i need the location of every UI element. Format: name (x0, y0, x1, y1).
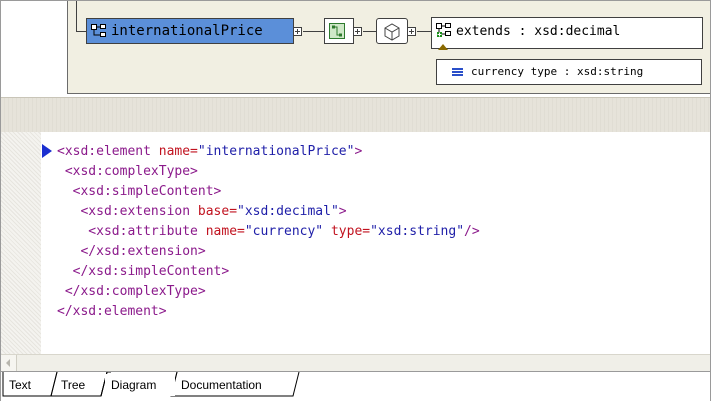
sequence-icon (329, 23, 345, 39)
splitter-grip (1, 98, 710, 132)
sequence-compositor-node[interactable] (324, 18, 354, 44)
element-node[interactable]: internationalPrice (86, 18, 294, 44)
expand-toggle-icon[interactable] (353, 27, 362, 36)
code-line: </xsd:simpleContent> (57, 262, 480, 282)
code-token: name= (158, 144, 198, 159)
code-line: <xsd:complexType> (57, 162, 480, 182)
tab-documentation[interactable]: Documentation (175, 374, 297, 396)
code-token: "currency" (244, 224, 324, 239)
extension-icon (436, 23, 451, 37)
code-line: <xsd:simpleContent> (57, 182, 480, 202)
code-token: "xsd:string" (370, 224, 465, 239)
tree-connector (76, 31, 86, 32)
tree-connector (76, 1, 77, 31)
expand-toggle-icon[interactable] (407, 27, 416, 36)
horizontal-scrollbar[interactable] (1, 354, 710, 371)
pane-splitter[interactable] (1, 97, 710, 133)
attribute-icon (452, 68, 463, 76)
schema-editor-window: internationalPrice extends: xsd:decimal… (0, 0, 711, 401)
extension-node[interactable]: extends : xsd:decimal (431, 17, 703, 50)
code-token: </xsd:element> (57, 304, 167, 319)
element-icon (91, 24, 106, 37)
code-token: </xsd:complexType> (57, 284, 206, 299)
attribute-node[interactable]: currency type : xsd:string (436, 59, 702, 85)
code-line: </xsd:element> (57, 302, 480, 322)
extension-label: extends : xsd:decimal (456, 24, 621, 39)
view-tab-strip: Text Tree Diagram Documentation (1, 371, 710, 401)
tab-text[interactable]: Text (3, 374, 55, 396)
code-text[interactable]: <xsd:element name="internationalPrice"> … (57, 142, 480, 322)
code-token: /> (464, 224, 480, 239)
code-token: type= (330, 224, 371, 239)
tab-tree[interactable]: Tree (55, 374, 105, 396)
connector-line (363, 31, 376, 32)
code-line: <xsd:element name="internationalPrice"> (57, 142, 480, 162)
code-token: > (338, 204, 347, 219)
tab-diagram[interactable]: Diagram (105, 374, 175, 396)
element-name: internationalPrice (111, 23, 263, 39)
code-token: </xsd:simpleContent> (57, 264, 230, 279)
connector-line (417, 31, 431, 32)
line-gutter (1, 132, 41, 354)
code-line: </xsd:extension> (57, 242, 480, 262)
code-token: "xsd:decimal" (237, 204, 339, 219)
base-type-arrow-icon (438, 44, 448, 50)
code-token: <xsd:extension (57, 204, 198, 219)
code-token: </xsd:extension> (57, 244, 206, 259)
code-line: </xsd:complexType> (57, 282, 480, 302)
code-token: <xsd:simpleContent> (57, 184, 222, 199)
current-line-marker-icon (42, 144, 52, 158)
code-token: name= (205, 224, 245, 239)
scroll-left-button[interactable] (1, 355, 17, 371)
complex-type-node[interactable] (376, 18, 408, 44)
source-code-view[interactable]: <xsd:element name="internationalPrice"> … (1, 132, 710, 354)
code-line: <xsd:extension base="xsd:decimal"> (57, 202, 480, 222)
code-line: <xsd:attribute name="currency" type="xsd… (57, 222, 480, 242)
connector-line (303, 31, 324, 32)
code-token: <xsd:attribute (57, 224, 206, 239)
code-token: base= (197, 204, 238, 219)
expand-toggle-icon[interactable] (293, 27, 302, 36)
complex-type-icon (384, 23, 400, 41)
code-token: "internationalPrice" (197, 144, 355, 159)
attribute-label: currency type : xsd:string (471, 65, 644, 78)
code-token: <xsd:element (57, 144, 159, 159)
diagram-view: internationalPrice extends: xsd:decimal… (1, 1, 710, 97)
code-token: <xsd:complexType> (57, 164, 198, 179)
code-token: > (354, 144, 363, 159)
